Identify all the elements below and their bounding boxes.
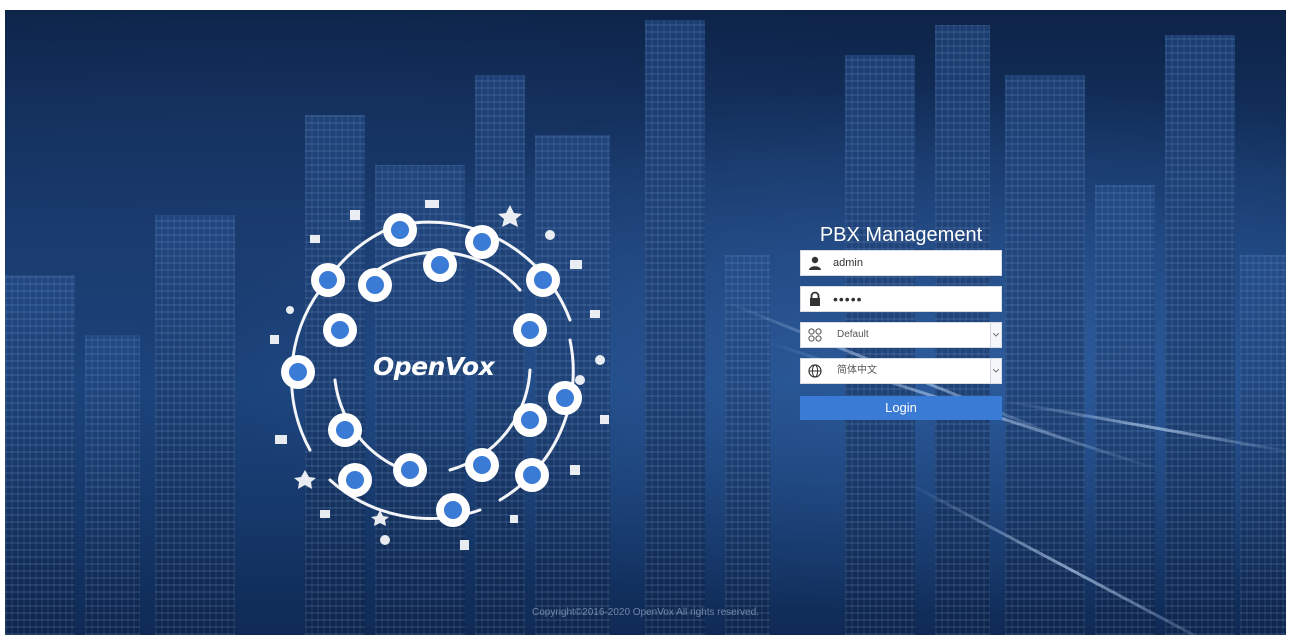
language-select-value: 简体中文 [837, 365, 877, 376]
openvox-logo: OpenVox [373, 352, 495, 381]
username-field-wrapper [800, 250, 1002, 276]
login-form: PBX Management Default [800, 222, 1002, 420]
username-input[interactable] [833, 251, 983, 275]
globe-icon [808, 364, 822, 378]
login-button[interactable]: Login [800, 396, 1002, 420]
copyright-text: Copyright©2016-2020 OpenVox All rights r… [532, 607, 759, 618]
user-icon [809, 256, 821, 270]
language-select[interactable]: 简体中文 [800, 358, 1002, 384]
chevron-down-icon [993, 333, 999, 337]
lock-icon [810, 291, 820, 306]
login-page-background [5, 10, 1286, 635]
grid-icon [808, 328, 822, 342]
group-select-value: Default [837, 329, 869, 340]
password-field-wrapper [800, 286, 1002, 312]
password-input[interactable] [833, 287, 983, 311]
page-title: PBX Management [819, 224, 983, 246]
language-dropdown-toggle[interactable] [990, 359, 1001, 383]
group-select[interactable]: Default [800, 322, 1002, 348]
group-dropdown-toggle[interactable] [990, 323, 1001, 347]
chevron-down-icon [993, 369, 999, 373]
